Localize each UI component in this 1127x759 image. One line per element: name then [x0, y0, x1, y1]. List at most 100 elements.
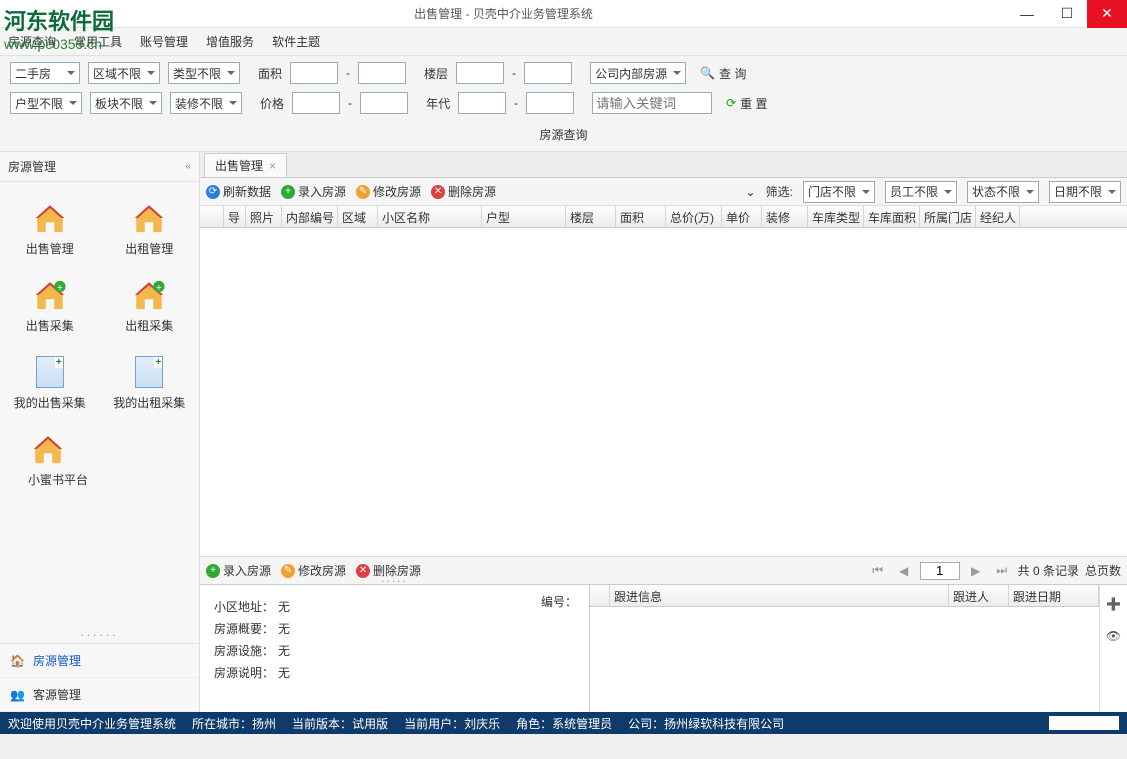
grid-col[interactable]: 面积 [616, 206, 666, 227]
grid-col[interactable]: 户型 [482, 206, 566, 227]
select-store[interactable]: 门店不限 [803, 181, 875, 203]
pager-first-button[interactable]: ⏮ [868, 562, 888, 580]
filter-label: 筛选: [766, 183, 793, 200]
select-block[interactable]: 板块不限 [90, 92, 162, 114]
input-floor-max[interactable] [524, 62, 572, 84]
sidebar: 房源管理 « 出售管理 出租管理 + 出售采集 + 出租采集 我的出售采集 [0, 152, 200, 712]
detail-right: 跟进信息 跟进人 跟进日期 ➕ 👁 [590, 585, 1127, 712]
menu-theme[interactable]: 软件主题 [272, 33, 320, 50]
input-keyword[interactable] [592, 92, 712, 114]
content: 出售管理 × ⟳刷新数据 +录入房源 ✎修改房源 ✕删除房源 ⌄ 筛选: 门店不… [200, 152, 1127, 712]
grid-col[interactable]: 楼层 [566, 206, 616, 227]
sidebar-item-sale-collect[interactable]: + 出售采集 [0, 267, 100, 344]
grid-col[interactable]: 内部编号 [282, 206, 338, 227]
pager-page-input[interactable] [920, 562, 960, 580]
refresh-icon: ⟳ [206, 185, 220, 199]
input-floor-min[interactable] [456, 62, 504, 84]
pager-records: 共 0 条记录 [1018, 562, 1079, 579]
house-icon [129, 200, 169, 236]
status-welcome: 欢迎使用贝壳中介业务管理系统 [8, 715, 176, 732]
minimize-button[interactable]: — [1007, 0, 1047, 28]
pager-prev-button[interactable]: ◀ [894, 562, 914, 580]
edit-button[interactable]: ✎修改房源 [356, 183, 421, 200]
search-icon: 🔍 [700, 66, 715, 80]
bottom-edit-button[interactable]: ✎修改房源 [281, 562, 346, 579]
grid-col[interactable]: 单价 [722, 206, 762, 227]
label-addr: 小区地址： [210, 598, 274, 615]
nav-housing[interactable]: 🏠 房源管理 [0, 644, 199, 678]
nav-customer[interactable]: 👥 客源管理 [0, 678, 199, 712]
sidebar-dots: ...... [0, 621, 199, 643]
input-price-min[interactable] [292, 92, 340, 114]
grid-col[interactable]: 车库面积 [864, 206, 920, 227]
sidebar-nav: 🏠 房源管理 👥 客源管理 [0, 643, 199, 712]
bottom-add-button[interactable]: +录入房源 [206, 562, 271, 579]
follow-grid: 跟进信息 跟进人 跟进日期 [590, 585, 1099, 712]
main-area: 房源管理 « 出售管理 出租管理 + 出售采集 + 出租采集 我的出售采集 [0, 152, 1127, 712]
grid-col[interactable]: 小区名称 [378, 206, 482, 227]
input-era-min[interactable] [458, 92, 506, 114]
reset-button[interactable]: ⟳重 置 [720, 95, 773, 112]
select-status[interactable]: 状态不限 [967, 181, 1039, 203]
search-button[interactable]: 🔍查 询 [694, 65, 752, 82]
menu-housing-query[interactable]: 房源查询 [8, 33, 56, 50]
sidebar-collapse-icon[interactable]: « [185, 161, 191, 172]
sidebar-item-rent-collect[interactable]: + 出租采集 [100, 267, 200, 344]
value-addr: 无 [278, 598, 290, 615]
add-follow-button[interactable]: ➕ [1105, 595, 1123, 613]
grid-col[interactable]: 导 [224, 206, 246, 227]
follow-head: 跟进信息 跟进人 跟进日期 [590, 585, 1099, 607]
select-kind[interactable]: 类型不限 [168, 62, 240, 84]
plus-icon: + [281, 185, 295, 199]
view-button[interactable]: 👁 [1105, 627, 1123, 645]
select-staff[interactable]: 员工不限 [885, 181, 957, 203]
select-decor[interactable]: 装修不限 [170, 92, 242, 114]
status-inputbox[interactable] [1049, 716, 1119, 730]
maximize-button[interactable]: ☐ [1047, 0, 1087, 28]
label-area: 面积 [258, 65, 282, 82]
sidebar-item-xiaomishu[interactable]: 小蜜书平台 [0, 421, 199, 498]
grid-col[interactable]: 区域 [338, 206, 378, 227]
sidebar-item-sale-manage[interactable]: 出售管理 [0, 190, 100, 267]
input-area-max[interactable] [358, 62, 406, 84]
grid-col[interactable]: 所属门店 [920, 206, 976, 227]
refresh-button[interactable]: ⟳刷新数据 [206, 183, 271, 200]
input-era-max[interactable] [526, 92, 574, 114]
grid-header: 导照片内部编号区域小区名称户型楼层面积总价(万)单价装修车库类型车库面积所属门店… [200, 206, 1127, 228]
menu-common-tools[interactable]: 常用工具 [74, 33, 122, 50]
pager-last-button[interactable]: ⏭ [992, 562, 1012, 580]
doc-icon [129, 354, 169, 390]
house-plus-icon: + [30, 277, 70, 313]
delete-button[interactable]: ✕删除房源 [431, 183, 496, 200]
pager-next-button[interactable]: ▶ [966, 562, 986, 580]
label-facility: 房源设施： [210, 642, 274, 659]
select-layout[interactable]: 户型不限 [10, 92, 82, 114]
grid-col[interactable] [200, 206, 224, 227]
sidebar-title: 房源管理 [8, 158, 56, 175]
tab-close-icon[interactable]: × [269, 159, 276, 173]
select-date[interactable]: 日期不限 [1049, 181, 1121, 203]
sidebar-item-my-sale-collect[interactable]: 我的出售采集 [0, 344, 100, 421]
menubar: 房源查询 常用工具 账号管理 增值服务 软件主题 [0, 28, 1127, 56]
grid-col[interactable]: 经纪人 [976, 206, 1020, 227]
select-region[interactable]: 区域不限 [88, 62, 160, 84]
add-button[interactable]: +录入房源 [281, 183, 346, 200]
sidebar-item-rent-manage[interactable]: 出租管理 [100, 190, 200, 267]
grid-col[interactable]: 总价(万) [666, 206, 722, 227]
sidebar-item-my-rent-collect[interactable]: 我的出租采集 [100, 344, 200, 421]
input-price-max[interactable] [360, 92, 408, 114]
grid-col[interactable]: 照片 [246, 206, 282, 227]
filter-row-1: 二手房 区域不限 类型不限 面积 - 楼层 - 公司内部房源 🔍查 询 [10, 62, 1117, 84]
users-icon: 👥 [10, 688, 25, 702]
menu-valueadd[interactable]: 增值服务 [206, 33, 254, 50]
input-area-min[interactable] [290, 62, 338, 84]
house-icon [30, 200, 70, 236]
close-button[interactable]: ✕ [1087, 0, 1127, 28]
grid-col[interactable]: 车库类型 [808, 206, 864, 227]
menu-account[interactable]: 账号管理 [140, 33, 188, 50]
tab-sale-manage[interactable]: 出售管理 × [204, 153, 287, 177]
select-prop-type[interactable]: 二手房 [10, 62, 80, 84]
grid-col[interactable]: 装修 [762, 206, 808, 227]
edit-icon: ✎ [281, 564, 295, 578]
select-scope[interactable]: 公司内部房源 [590, 62, 686, 84]
